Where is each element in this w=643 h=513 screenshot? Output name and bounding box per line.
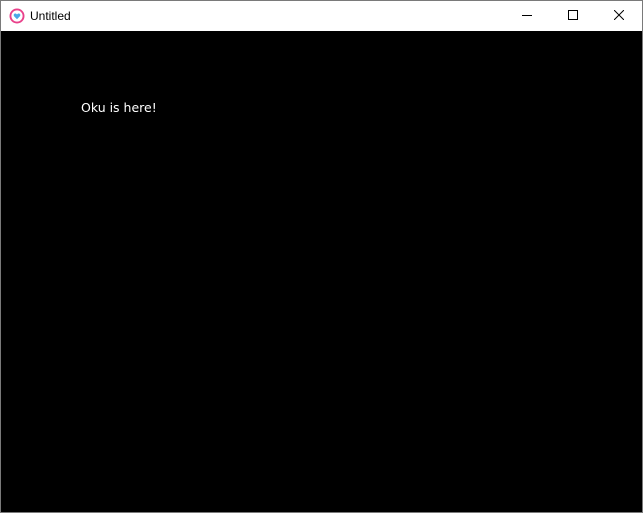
minimize-button[interactable] [504,1,550,31]
app-window: Untitled Oku is here! [0,0,643,513]
close-icon [613,7,625,25]
maximize-icon [568,7,578,25]
title-bar[interactable]: Untitled [1,1,642,31]
heart-app-icon [9,8,25,24]
status-text: Oku is here! [81,100,157,115]
maximize-button[interactable] [550,1,596,31]
window-title: Untitled [30,9,71,23]
minimize-icon [522,7,532,25]
close-button[interactable] [596,1,642,31]
content-area: Oku is here! [1,31,642,512]
